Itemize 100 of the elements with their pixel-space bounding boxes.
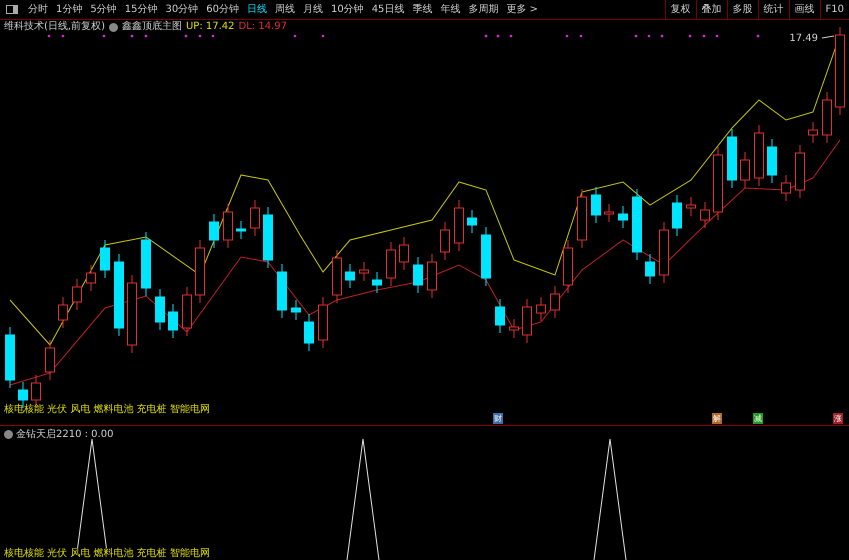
signal-dot bbox=[102, 34, 106, 38]
candlestick bbox=[182, 286, 192, 336]
period-tab[interactable]: 分时 bbox=[24, 2, 52, 17]
signal-dot bbox=[48, 34, 50, 38]
candlestick bbox=[577, 188, 587, 248]
signal-dot bbox=[212, 34, 214, 38]
price-label: 17.49 bbox=[789, 32, 818, 46]
event-badge[interactable]: 解 bbox=[712, 413, 722, 424]
candlestick bbox=[58, 296, 68, 328]
signal-dot bbox=[484, 34, 488, 38]
signal-dot bbox=[716, 34, 718, 38]
sector-tags: 核电核能 光伏 风电 燃料电池 充电桩 智能电网 bbox=[4, 402, 210, 417]
candlestick bbox=[399, 236, 409, 270]
candlestick bbox=[141, 232, 151, 296]
candlestick bbox=[822, 92, 832, 144]
candlestick bbox=[318, 296, 328, 348]
candlestick bbox=[550, 286, 560, 318]
period-tab[interactable]: 多周期 bbox=[464, 2, 502, 17]
signal-dot bbox=[130, 34, 134, 38]
candlestick bbox=[72, 278, 82, 310]
candlestick bbox=[359, 262, 369, 282]
event-badge[interactable]: 涨 bbox=[833, 413, 843, 424]
candlestick bbox=[427, 254, 437, 298]
candlestick bbox=[645, 254, 655, 284]
signal-dot bbox=[144, 34, 148, 38]
candlestick bbox=[522, 298, 532, 344]
signal-dot bbox=[580, 34, 582, 38]
candlestick bbox=[509, 318, 519, 338]
candlestick bbox=[740, 152, 750, 188]
signal-dot bbox=[702, 34, 706, 38]
signal-dot bbox=[294, 34, 296, 38]
signal-dot bbox=[322, 34, 324, 38]
period-tab[interactable]: 月线 bbox=[298, 2, 327, 17]
signal-dot bbox=[62, 34, 64, 38]
signal-dot bbox=[566, 34, 568, 38]
signal-dot bbox=[198, 34, 202, 38]
period-tab[interactable]: 15分钟 bbox=[120, 2, 162, 17]
candlestick bbox=[672, 194, 682, 236]
panel-toggle-icon[interactable] bbox=[6, 5, 18, 14]
candlestick bbox=[700, 202, 710, 228]
candlestick bbox=[659, 222, 669, 284]
candlestick bbox=[277, 264, 287, 318]
toolbar-button[interactable]: 叠加 bbox=[696, 0, 727, 19]
signal-dot bbox=[496, 34, 500, 38]
candlestick bbox=[795, 144, 805, 198]
period-tab[interactable]: 周线 bbox=[270, 2, 299, 17]
candlestick bbox=[440, 222, 450, 260]
candlestick bbox=[236, 220, 246, 240]
period-tab[interactable]: 日线 bbox=[242, 2, 271, 17]
period-tab[interactable]: 季线 bbox=[408, 2, 436, 17]
period-tab[interactable]: 45日线 bbox=[368, 2, 408, 17]
signal-dot bbox=[648, 34, 650, 38]
period-tab[interactable]: 60分钟 bbox=[202, 2, 243, 17]
period-tab[interactable]: 5分钟 bbox=[86, 2, 121, 17]
candlestick bbox=[727, 128, 737, 188]
signal-dot bbox=[510, 34, 512, 38]
period-tab[interactable]: 年线 bbox=[436, 2, 464, 17]
toolbar-button[interactable]: 画线 bbox=[788, 0, 820, 19]
stock-title: 维科技术(日线,前复权) bbox=[4, 21, 105, 33]
period-tab[interactable]: 更多 > bbox=[502, 2, 542, 17]
up-value: UP: 17.42 bbox=[186, 21, 235, 33]
toolbar-button[interactable]: F10 bbox=[820, 0, 849, 19]
period-tab[interactable]: 10分钟 bbox=[326, 2, 368, 17]
toolbar-button[interactable]: 复权 bbox=[664, 0, 696, 19]
dl-value: DL: 14.97 bbox=[238, 21, 287, 33]
candlestick bbox=[781, 174, 791, 202]
signal-dot bbox=[688, 34, 692, 38]
candlestick bbox=[86, 264, 96, 292]
toolbar-button[interactable]: 多股 bbox=[726, 0, 758, 19]
candlestick bbox=[495, 298, 505, 334]
period-tab[interactable]: 30分钟 bbox=[161, 2, 202, 17]
candlestick bbox=[536, 296, 546, 322]
candlestick bbox=[100, 240, 110, 278]
candlestick bbox=[304, 314, 314, 352]
candlestick bbox=[345, 264, 355, 288]
candlestick bbox=[332, 250, 342, 304]
candlestick bbox=[632, 188, 642, 260]
candlestick bbox=[291, 300, 301, 320]
signal-dot bbox=[184, 34, 188, 38]
toolbar-button[interactable]: 统计 bbox=[758, 0, 789, 19]
candlestick bbox=[263, 206, 273, 268]
candlestick bbox=[686, 196, 696, 216]
signal-dot bbox=[660, 34, 664, 38]
candlestick bbox=[413, 256, 423, 294]
leader-line bbox=[822, 36, 834, 38]
dropdown-icon[interactable] bbox=[4, 430, 13, 439]
signal-dot bbox=[756, 34, 760, 38]
candlestick bbox=[223, 204, 233, 248]
candlestick bbox=[155, 288, 165, 330]
candlestick bbox=[591, 186, 601, 224]
period-tab[interactable]: 1分钟 bbox=[52, 2, 86, 17]
signal-dot bbox=[634, 34, 638, 38]
candlestick bbox=[604, 204, 614, 222]
dropdown-icon[interactable] bbox=[108, 22, 118, 32]
sector-tags: 核电核能 光伏 风电 燃料电池 充电桩 智能电网 bbox=[4, 548, 210, 560]
candlestick bbox=[467, 210, 477, 234]
candlestick bbox=[168, 304, 178, 338]
candlestick bbox=[209, 214, 219, 248]
event-badge[interactable]: 财 bbox=[493, 413, 503, 424]
indicator-name: 鑫鑫顶底主图 bbox=[122, 21, 182, 33]
